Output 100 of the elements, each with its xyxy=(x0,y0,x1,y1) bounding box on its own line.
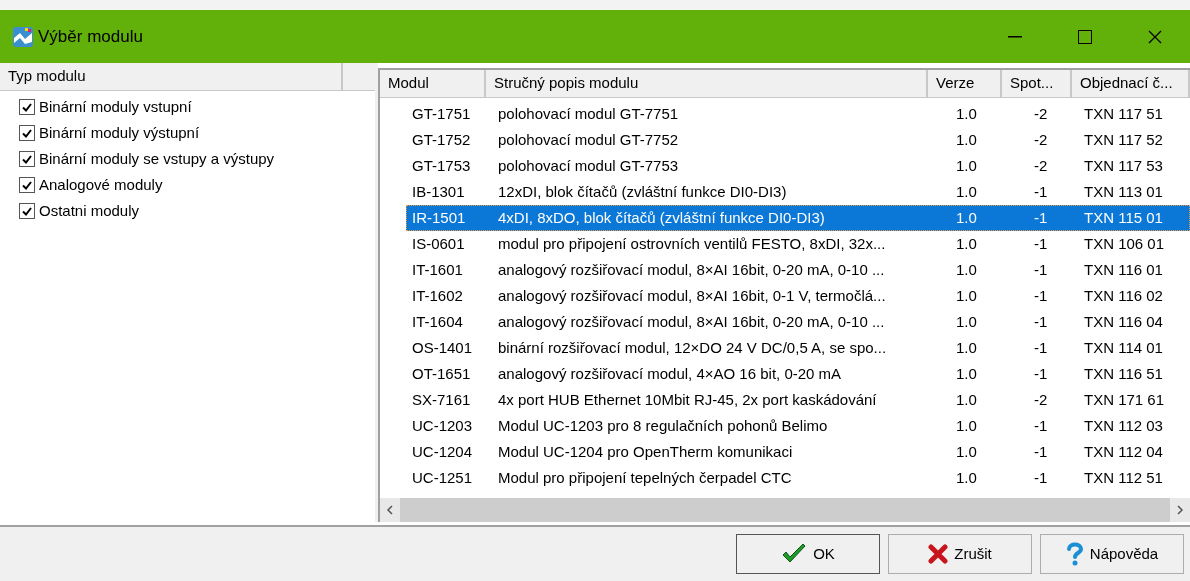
table-cell-text: 1.0 xyxy=(955,129,978,150)
checkbox[interactable] xyxy=(19,203,35,219)
table-cell-text: -1 xyxy=(1033,259,1049,280)
question-icon xyxy=(1065,542,1084,566)
table-cell-text: UC-1204 xyxy=(411,441,474,462)
table-cell-text: UC-1203 xyxy=(411,415,474,436)
table-cell-text: -1 xyxy=(1033,233,1049,254)
table-cell-text: -1 xyxy=(1033,311,1049,332)
table-cell-text: TXN 113 01 xyxy=(1083,181,1164,202)
table-cell-text: TXN 171 61 xyxy=(1083,389,1166,410)
table-row[interactable]: OT-1651 analogový rozšiřovací modul, 4×AO 16 bit, 0-20 mA 1.0 -1 TXN 116 51 xyxy=(380,361,1190,387)
table-row[interactable]: OS-1401 binární rozšiřovací modul, 12×DO 24 V DC/0,5 A, se spo... 1.0 -1 TXN 114 01 xyxy=(380,335,1190,361)
table-row[interactable]: IT-1602 analogový rozšiřovací modul, 8×AI 16bit, 0-1 V, termočlá... 1.0 -1 TXN 116 02 xyxy=(380,283,1190,309)
column-header[interactable]: Objednací č... xyxy=(1072,70,1190,97)
checkbox[interactable] xyxy=(19,125,35,141)
table-cell-text: UC-1251 xyxy=(411,467,474,488)
checkbox[interactable] xyxy=(19,177,35,193)
help-button[interactable]: Nápověda xyxy=(1040,534,1184,574)
check-icon xyxy=(22,180,32,190)
module-type-checkbox[interactable]: Ostatni moduly xyxy=(19,198,376,224)
table-cell-text: Modul UC-1203 pro 8 regulačních pohonů Belimo xyxy=(497,415,829,436)
cancel-button[interactable]: Zrušit xyxy=(888,534,1032,574)
module-type-checkbox[interactable]: Binární moduly výstupní xyxy=(19,120,376,146)
table-cell-text: Modul UC-1204 pro OpenTherm komunikaci xyxy=(497,441,794,462)
table-row[interactable]: UC-1204 Modul UC-1204 pro OpenTherm komunikaci 1.0 -1 TXN 112 04 xyxy=(380,439,1190,465)
table-cell-text: 1.0 xyxy=(955,467,978,488)
table-cell-text: -2 xyxy=(1033,155,1049,176)
column-header[interactable]: Spot... xyxy=(1002,70,1072,97)
checkbox[interactable] xyxy=(19,99,35,115)
table-cell-text: -1 xyxy=(1033,415,1049,436)
table-row[interactable]: IS-0601 modul pro připojení ostrovních ventilů FESTO, 8xDI, 32x... 1.0 -1 TXN 106 01 xyxy=(380,231,1190,257)
window-title: Výběr modulu xyxy=(38,25,143,48)
table-cell-text: TXN 116 04 xyxy=(1083,311,1164,332)
table-row[interactable]: IT-1601 analogový rozšiřovací modul, 8×AI 16bit, 0-20 mA, 0-10 ... 1.0 -1 TXN 116 01 xyxy=(380,257,1190,283)
table-cell-text: analogový rozšiřovací modul, 4×AO 16 bit, 0-20 mA xyxy=(497,363,843,384)
table-cell-text: binární rozšiřovací modul, 12×DO 24 V DC/0,5 A, se spo... xyxy=(497,337,888,358)
table-cell-text: TXN 112 51 xyxy=(1083,467,1164,488)
ok-button[interactable]: OK xyxy=(736,534,880,574)
table-cell-text: GT-1753 xyxy=(411,155,472,176)
table-cell-text: 1.0 xyxy=(955,207,978,228)
table-cell-text: TXN 112 03 xyxy=(1083,415,1164,436)
table-cell-text: -2 xyxy=(1033,103,1049,124)
x-icon xyxy=(928,544,949,564)
table-cell-text: 12xDI, blok čítačů (zvláštní funkce DI0-DI3) xyxy=(497,181,788,202)
table-cell-text: -1 xyxy=(1033,285,1049,306)
table-cell-text: -1 xyxy=(1033,363,1049,384)
table-cell-text: TXN 117 52 xyxy=(1083,129,1164,150)
table-cell-text: Modul pro připojení tepelných čerpadel CTC xyxy=(497,467,793,488)
app-icon xyxy=(12,25,34,48)
table-cell-text: TXN 117 51 xyxy=(1083,103,1164,124)
table-cell-text: 1.0 xyxy=(955,233,978,254)
table-cell-text: 1.0 xyxy=(955,311,978,332)
table-cell-text: IT-1604 xyxy=(411,311,464,332)
table-cell-text: modul pro připojení ostrovních ventilů FESTO, 8xDI, 32x... xyxy=(497,233,887,254)
table-cell-text: -1 xyxy=(1033,467,1049,488)
table-cell-text: SX-7161 xyxy=(411,389,472,410)
table-cell-text: 4xDI, 8xDO, blok čítačů (zvláštní funkce DI0-DI3) xyxy=(497,207,826,228)
table-cell-text: polohovací modul GT-7752 xyxy=(497,129,680,150)
table-row[interactable]: SX-7161 4x port HUB Ethernet 10Mbit RJ-45, 2x port kaskádování 1.0 -2 TXN 171 61 xyxy=(380,387,1190,413)
table-row[interactable]: IT-1604 analogový rozšiřovací modul, 8×AI 16bit, 0-20 mA, 0-10 ... 1.0 -1 TXN 116 04 xyxy=(380,309,1190,335)
column-header[interactable]: Modul xyxy=(380,70,486,97)
table-cell-text: 1.0 xyxy=(955,259,978,280)
table-row[interactable]: GT-1751 polohovací modul GT-7751 1.0 -2 TXN 117 51 xyxy=(380,101,1190,127)
table-cell-text: 1.0 xyxy=(955,363,978,384)
table-cell-text: polohovací modul GT-7753 xyxy=(497,155,680,176)
module-type-checkbox[interactable]: Binární moduly vstupní xyxy=(19,94,376,120)
table-row[interactable]: UC-1251 Modul pro připojení tepelných čerpadel CTC 1.0 -1 TXN 112 51 xyxy=(380,465,1190,491)
table-cell-text: TXN 115 01 xyxy=(1083,207,1164,228)
column-header[interactable]: Stručný popis modulu xyxy=(486,70,928,97)
module-type-checkbox[interactable]: Analogové moduly xyxy=(19,172,376,198)
table-cell-text: TXN 116 01 xyxy=(1083,259,1164,280)
table-cell-text: polohovací modul GT-7751 xyxy=(497,103,680,124)
table-cell-text: IT-1601 xyxy=(411,259,464,280)
module-type-checkbox[interactable]: Binární moduly se vstupy a výstupy xyxy=(19,146,376,172)
table-cell-text: TXN 117 53 xyxy=(1083,155,1164,176)
table-cell-text: analogový rozšiřovací modul, 8×AI 16bit, 0-1 V, termočlá... xyxy=(497,285,887,306)
column-header[interactable]: Verze xyxy=(928,70,1002,97)
maximize-icon xyxy=(1078,29,1092,44)
table-cell-text: IB-1301 xyxy=(411,181,466,202)
check-icon xyxy=(22,102,32,112)
table-row[interactable]: UC-1203 Modul UC-1203 pro 8 regulačních pohonů Belimo 1.0 -1 TXN 112 03 xyxy=(380,413,1190,439)
table-row[interactable]: IR-1501 4xDI, 8xDO, blok čítačů (zvláštní funkce DI0-DI3) 1.0 -1 TXN 115 01 xyxy=(406,205,1190,231)
table-cell-text: 1.0 xyxy=(955,285,978,306)
table-cell-text: TXN 116 51 xyxy=(1083,363,1164,384)
table-cell-text: IT-1602 xyxy=(411,285,464,306)
table-cell-text: 1.0 xyxy=(955,337,978,358)
table-cell-text: -2 xyxy=(1033,389,1049,410)
table-row[interactable]: GT-1752 polohovací modul GT-7752 1.0 -2 TXN 117 52 xyxy=(380,127,1190,153)
table-row[interactable]: GT-1753 polohovací modul GT-7753 1.0 -2 TXN 117 53 xyxy=(380,153,1190,179)
checkbox[interactable] xyxy=(19,151,35,167)
table-row[interactable]: IB-1301 12xDI, blok čítačů (zvláštní funkce DI0-DI3) 1.0 -1 TXN 113 01 xyxy=(380,179,1190,205)
check-icon xyxy=(781,543,808,565)
table-cell-text: GT-1752 xyxy=(411,129,472,150)
table-cell-text: -1 xyxy=(1033,181,1049,202)
close-icon xyxy=(1148,29,1162,44)
check-icon xyxy=(22,154,32,164)
table-cell-text: 1.0 xyxy=(955,441,978,462)
table-cell-text: -2 xyxy=(1033,129,1049,150)
table-cell-text: OS-1401 xyxy=(411,337,474,358)
table-cell-text: GT-1751 xyxy=(411,103,472,124)
